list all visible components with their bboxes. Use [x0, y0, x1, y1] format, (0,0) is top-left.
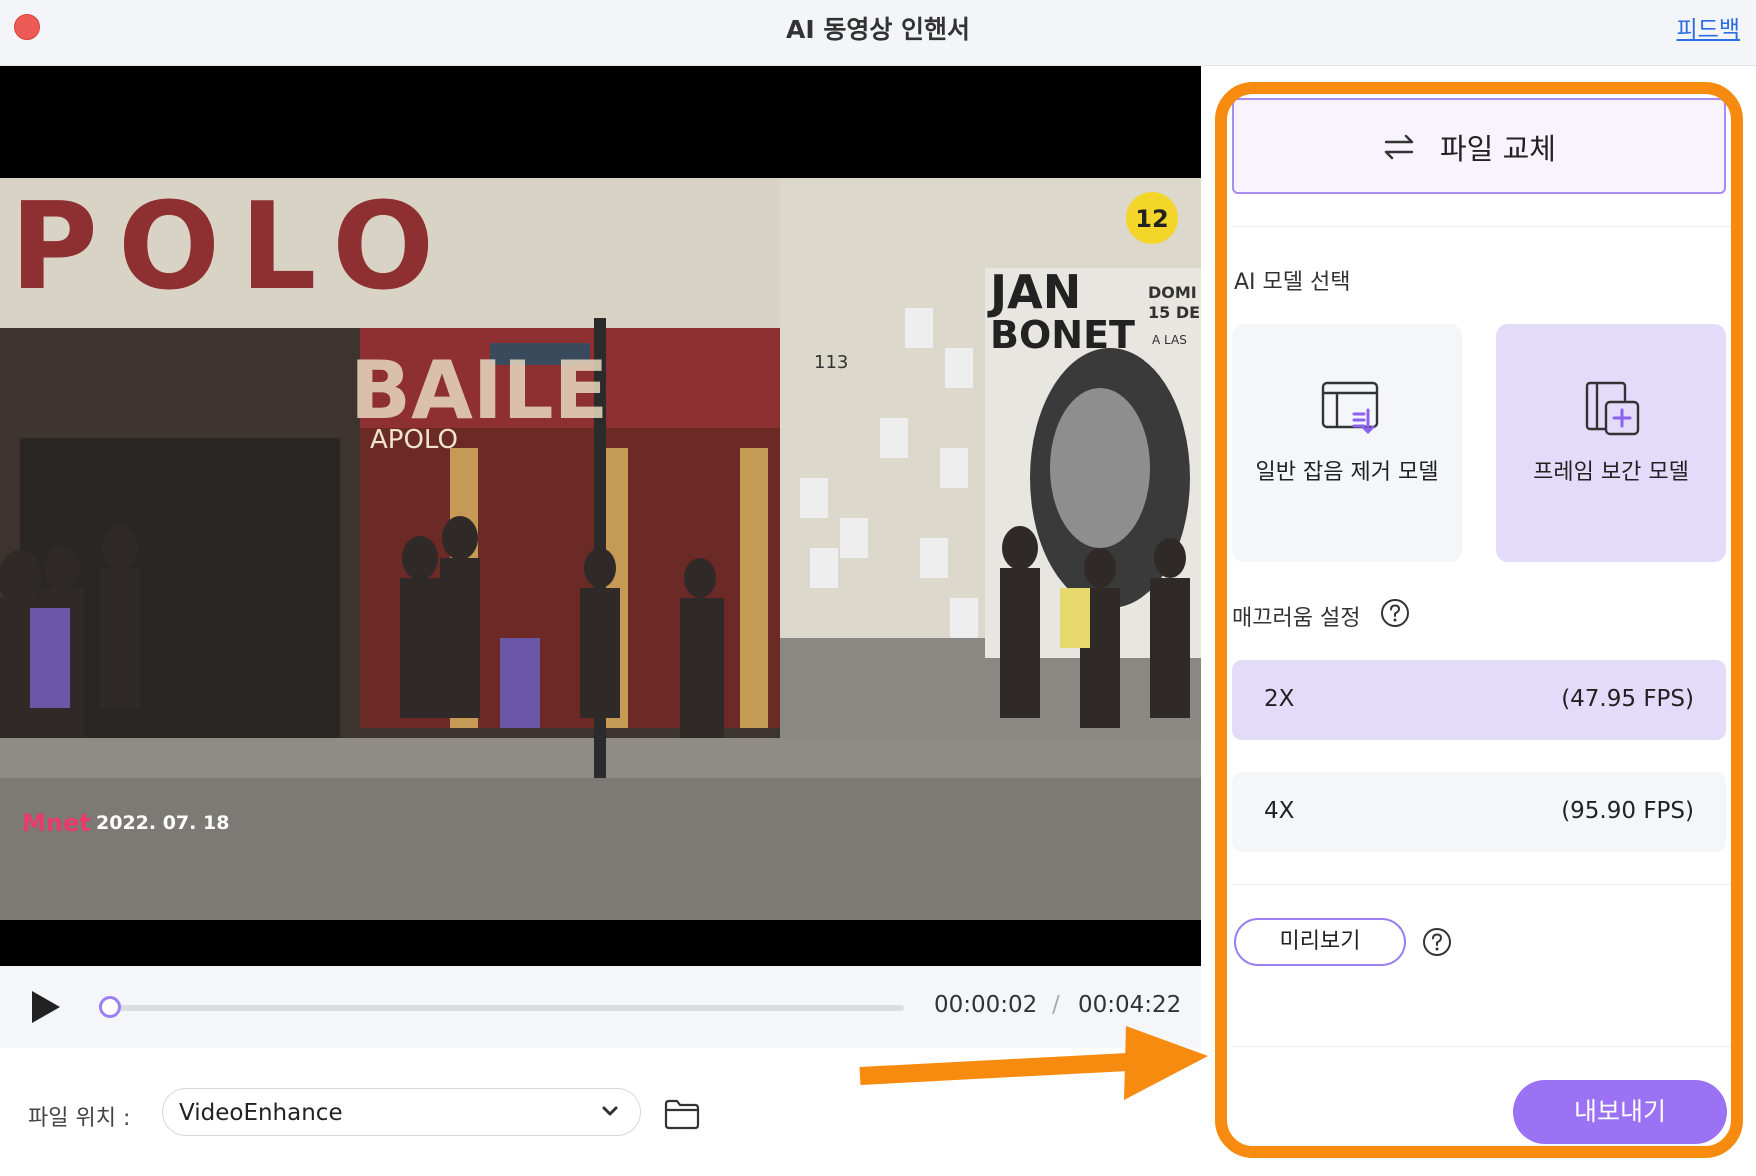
- file-location-label: 파일 위치 :: [28, 1106, 131, 1131]
- play-icon[interactable]: [28, 988, 64, 1026]
- poster-date-2: 15 DE: [1148, 303, 1200, 322]
- sign-sub-text: BAILE: [350, 344, 608, 437]
- fps-multiplier: 4X: [1264, 798, 1295, 824]
- frame-interpolation-model-label: 프레임 보간 모델: [1533, 460, 1689, 485]
- export-button[interactable]: 내보내기: [1513, 1080, 1727, 1144]
- time-separator: /: [1052, 992, 1060, 1018]
- fps-value: (95.90 FPS): [1561, 798, 1694, 824]
- fps-value: (47.95 FPS): [1561, 686, 1694, 712]
- replace-file-button[interactable]: 파일 교체: [1232, 98, 1726, 194]
- window-title: AI 동영상 인핸서: [785, 15, 971, 44]
- broadcast-date: 2022. 07. 18: [96, 812, 229, 834]
- swap-arrows-icon: [1384, 134, 1414, 160]
- video-frame: POLO BAILE APOLO JAN BONET DOMI 15 DE A …: [0, 178, 1201, 920]
- title-bar: AI 동영상 인핸서 피드백: [0, 0, 1756, 66]
- denoise-model-icon: [1321, 381, 1379, 434]
- smoothness-section-title: 매끄러움 설정: [1232, 606, 1361, 631]
- video-player[interactable]: POLO BAILE APOLO JAN BONET DOMI 15 DE A …: [0, 66, 1201, 966]
- sign-main-text: POLO: [10, 178, 454, 317]
- panel-divider: [1232, 884, 1732, 885]
- frame-interpolation-icon: [1585, 381, 1640, 436]
- street-number: 113: [814, 352, 848, 373]
- video-still-image: POLO BAILE APOLO JAN BONET DOMI 15 DE A …: [0, 178, 1201, 920]
- panel-divider: [1232, 1046, 1732, 1047]
- preview-button[interactable]: 미리보기: [1234, 918, 1406, 966]
- broadcaster-logo: Mnet: [22, 809, 91, 837]
- progress-bar[interactable]: [104, 1005, 904, 1011]
- fps-option-4x[interactable]: 4X (95.90 FPS): [1232, 772, 1726, 852]
- frame-interpolation-model-card[interactable]: 프레임 보간 모델: [1496, 324, 1726, 562]
- sign-small-text: APOLO: [370, 425, 458, 455]
- poster-date-3: A LAS: [1152, 333, 1187, 347]
- feedback-link[interactable]: 피드백: [1677, 10, 1740, 44]
- ai-model-section-title: AI 모델 선택: [1234, 270, 1351, 295]
- help-icon[interactable]: [1380, 598, 1410, 628]
- denoise-model-card[interactable]: 일반 잡음 제거 모델: [1232, 324, 1462, 562]
- total-time: 00:04:22: [1078, 992, 1182, 1018]
- poster-name-2: BONET: [990, 313, 1135, 357]
- progress-handle[interactable]: [99, 996, 122, 1018]
- denoise-model-label: 일반 잡음 제거 모델: [1255, 460, 1439, 485]
- file-location-select[interactable]: VideoEnhance: [162, 1088, 641, 1136]
- panel-divider: [1232, 226, 1732, 227]
- poster-date-1: DOMI: [1148, 283, 1197, 302]
- folder-icon[interactable]: [664, 1098, 700, 1130]
- current-time: 00:00:02: [934, 992, 1038, 1018]
- fps-multiplier: 2X: [1264, 686, 1295, 712]
- age-rating-badge: 12: [1135, 205, 1168, 233]
- file-location-value: VideoEnhance: [179, 1100, 343, 1126]
- help-icon[interactable]: [1422, 927, 1452, 957]
- poster-name-1: JAN: [987, 265, 1081, 319]
- replace-file-label: 파일 교체: [1440, 132, 1556, 166]
- chevron-down-icon: [602, 1106, 618, 1116]
- fps-option-2x[interactable]: 2X (47.95 FPS): [1232, 660, 1726, 740]
- file-location-bar: 파일 위치 : VideoEnhance: [0, 1048, 1201, 1176]
- player-controls: 00:00:02 / 00:04:22: [0, 966, 1201, 1048]
